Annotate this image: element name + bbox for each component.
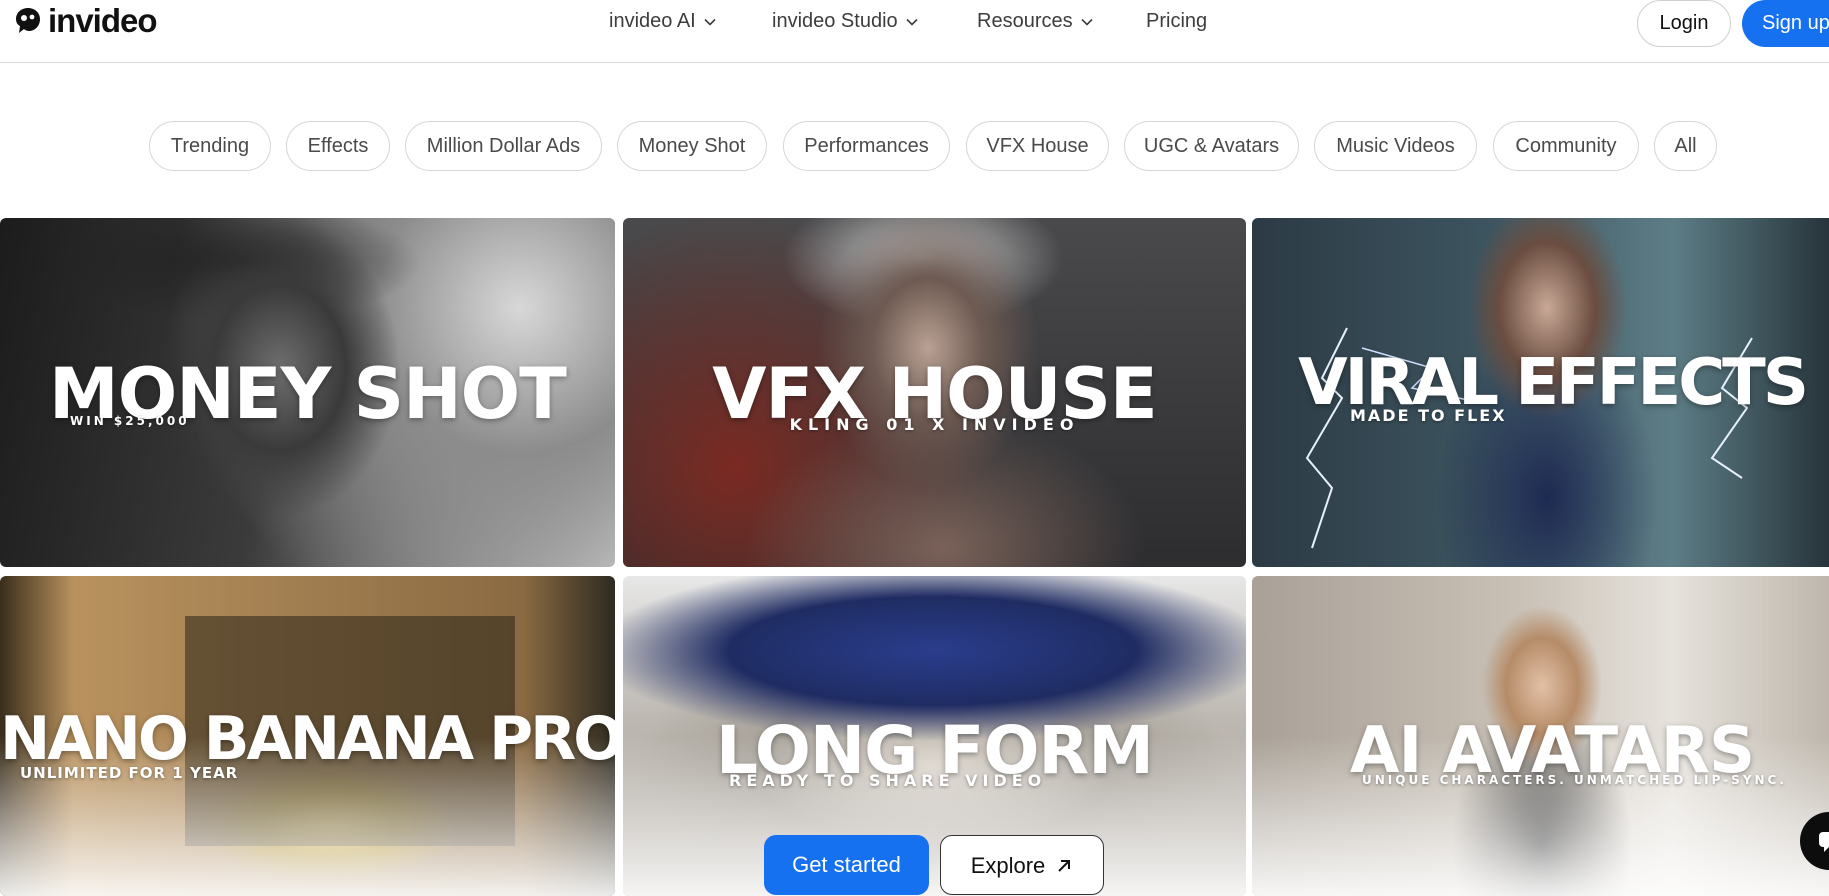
nav-pricing[interactable]: Pricing bbox=[1146, 10, 1207, 33]
chip-community[interactable]: Community bbox=[1493, 121, 1639, 171]
nav-invideo-ai[interactable]: invideo AI bbox=[609, 10, 716, 33]
card-nano-banana-pro[interactable]: NANO BANANA PRO UNLIMITED FOR 1 YEAR bbox=[0, 576, 615, 896]
chip-money-shot[interactable]: Money Shot bbox=[617, 121, 767, 171]
login-button[interactable]: Login bbox=[1637, 0, 1731, 47]
card-viral-effects[interactable]: VIRAL EFFECTS MADE TO FLEX bbox=[1252, 218, 1829, 567]
chevron-down-icon bbox=[1081, 18, 1093, 26]
card-subtitle: UNIQUE CHARACTERS. UNMATCHED LIP-SYNC. bbox=[1362, 773, 1787, 787]
card-subtitle: WIN $25,000 bbox=[70, 414, 190, 428]
card-money-shot[interactable]: MONEY SHOT WIN $25,000 bbox=[0, 218, 615, 567]
chip-ugc-avatars[interactable]: UGC & Avatars bbox=[1124, 121, 1299, 171]
nav-label: Pricing bbox=[1146, 10, 1208, 32]
chip-million-dollar-ads[interactable]: Million Dollar Ads bbox=[405, 121, 602, 171]
card-subtitle: UNLIMITED FOR 1 YEAR bbox=[20, 764, 239, 782]
nav-label: invideo Studio bbox=[772, 10, 898, 32]
signup-button[interactable]: Sign up bbox=[1742, 0, 1829, 47]
card-subtitle: KLING 01 X INVIDEO bbox=[789, 415, 1080, 434]
chip-effects[interactable]: Effects bbox=[286, 121, 390, 171]
chip-vfx-house[interactable]: VFX House bbox=[966, 121, 1109, 171]
chevron-down-icon bbox=[906, 18, 918, 26]
card-long-form[interactable]: LONG FORM READY TO SHARE VIDEO bbox=[623, 576, 1246, 896]
nav-label: invideo AI bbox=[609, 10, 696, 32]
nav-label: Resources bbox=[977, 10, 1073, 32]
chip-performances[interactable]: Performances bbox=[783, 121, 950, 171]
category-chips: Trending Effects Million Dollar Ads Mone… bbox=[0, 121, 1829, 171]
card-subtitle: READY TO SHARE VIDEO bbox=[729, 771, 1047, 790]
card-vfx-house[interactable]: VFX HOUSE KLING 01 X INVIDEO bbox=[623, 218, 1246, 567]
chip-all[interactable]: All bbox=[1654, 121, 1717, 171]
card-subtitle: MADE TO FLEX bbox=[1350, 406, 1507, 425]
chip-music-videos[interactable]: Music Videos bbox=[1314, 121, 1477, 171]
chevron-down-icon bbox=[704, 18, 716, 26]
chat-icon bbox=[1819, 832, 1829, 852]
card-title: VIRAL EFFECTS bbox=[1298, 346, 1809, 420]
main-nav: invideo AI invideo Studio Resources Pric… bbox=[0, 10, 1829, 36]
card-ai-avatars[interactable]: AI AVATARS UNIQUE CHARACTERS. UNMATCHED … bbox=[1252, 576, 1829, 896]
explore-button[interactable]: Explore bbox=[940, 835, 1104, 895]
nav-resources[interactable]: Resources bbox=[977, 10, 1093, 33]
get-started-button[interactable]: Get started bbox=[764, 835, 929, 895]
site-header: invideo invideo AI invideo Studio Resour… bbox=[0, 0, 1829, 63]
chip-trending[interactable]: Trending bbox=[149, 121, 271, 171]
arrow-up-right-icon bbox=[1058, 860, 1071, 872]
nav-invideo-studio[interactable]: invideo Studio bbox=[772, 10, 918, 33]
explore-label: Explore bbox=[970, 853, 1046, 878]
